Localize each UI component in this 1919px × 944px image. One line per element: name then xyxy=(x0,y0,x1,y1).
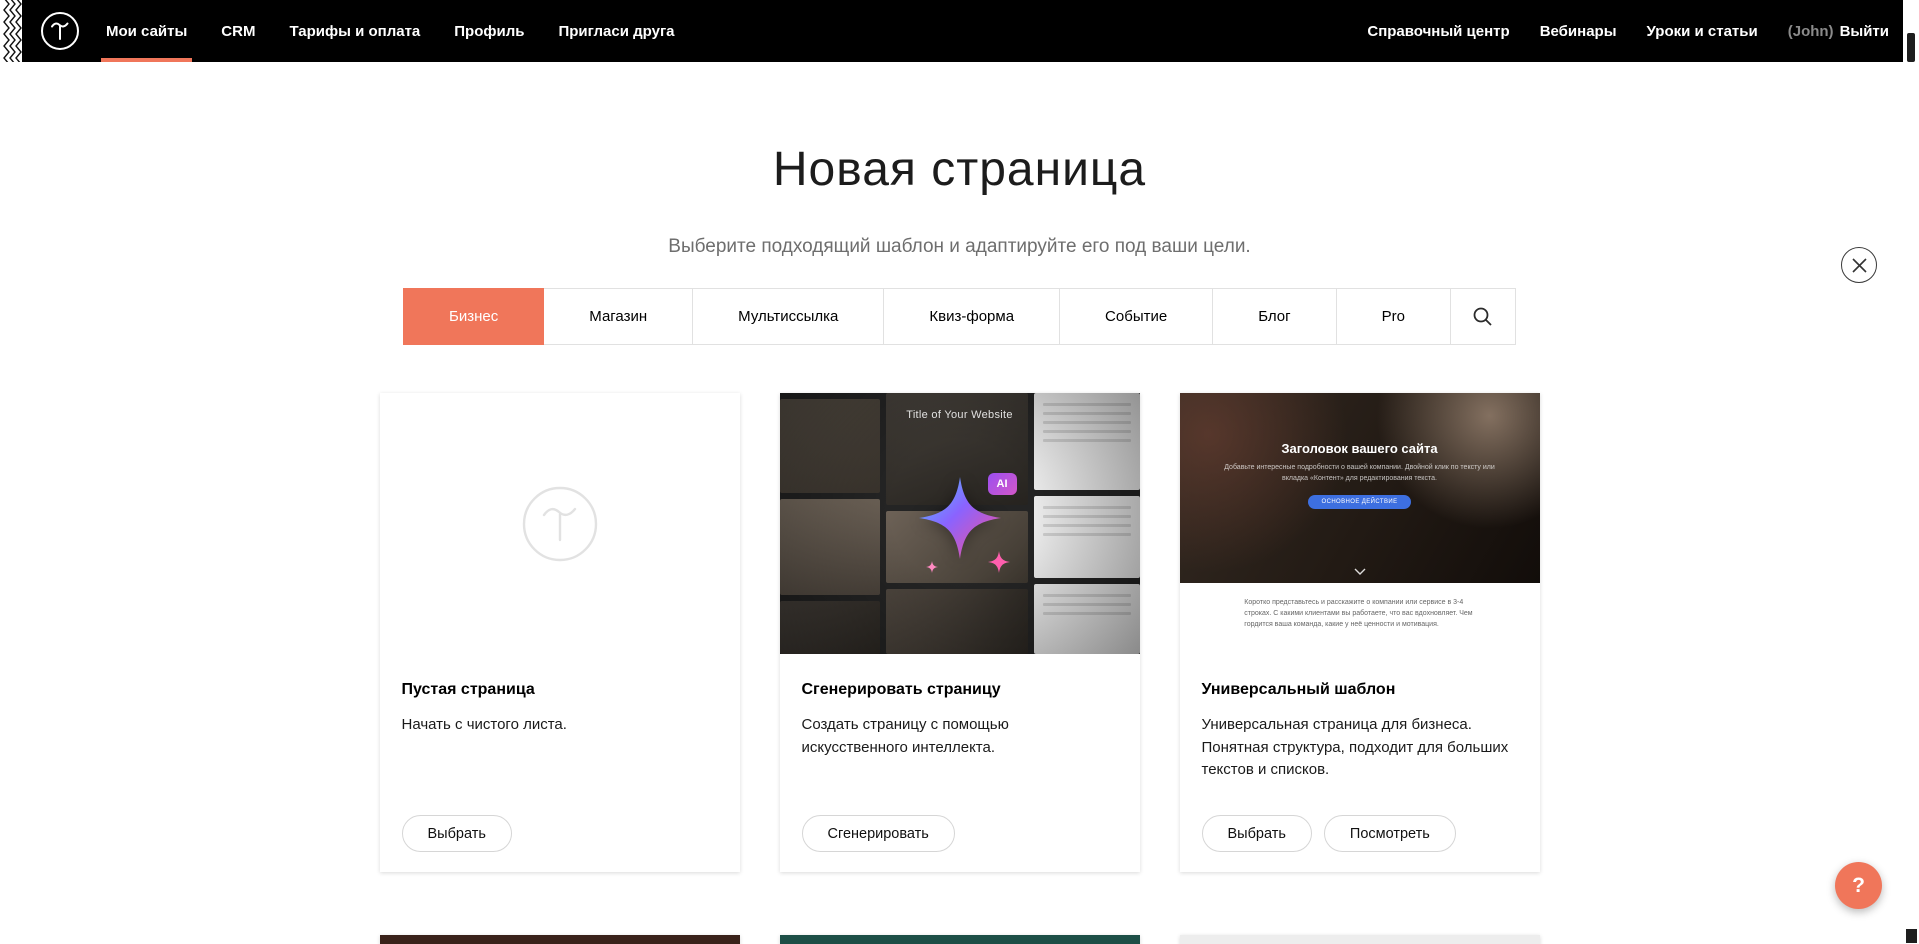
nav-help-center[interactable]: Справочный центр xyxy=(1367,0,1509,62)
chevron-down-icon xyxy=(1354,568,1366,575)
search-tab[interactable] xyxy=(1450,288,1516,345)
select-blank-button[interactable]: Выбрать xyxy=(402,815,512,852)
tab-blog[interactable]: Блог xyxy=(1212,288,1336,345)
card-actions: Выбрать Посмотреть xyxy=(1202,815,1518,852)
card-title: Сгенерировать страницу xyxy=(802,681,1118,699)
universal-thumbnail: Заголовок вашего сайта Добавьте интересн… xyxy=(1180,393,1540,654)
template-card[interactable] xyxy=(780,935,1140,944)
template-card[interactable] xyxy=(1180,935,1540,944)
close-icon xyxy=(1852,258,1867,273)
card-description: Создать страницу с помощью искусственног… xyxy=(802,714,1118,759)
scrollbar-track[interactable] xyxy=(1903,0,1919,944)
preview-universal-button[interactable]: Посмотреть xyxy=(1324,815,1456,852)
template-grid: Пустая страница Начать с чистого листа. … xyxy=(0,393,1919,944)
tiny-sparkle-icon xyxy=(926,561,938,573)
preview-cta-button: основное действие xyxy=(1308,495,1412,509)
template-thumbnail xyxy=(380,935,740,944)
template-card-universal[interactable]: Заголовок вашего сайта Добавьте интересн… xyxy=(1180,393,1540,872)
nav-lessons[interactable]: Уроки и статьи xyxy=(1647,0,1758,62)
ai-badge: AI xyxy=(988,473,1017,495)
ai-thumbnail: Title of Your Website xyxy=(780,393,1140,654)
tilda-watermark-icon xyxy=(520,484,600,564)
help-button[interactable]: ? xyxy=(1835,862,1882,909)
new-page-dialog: Новая страница Выберите подходящий шабло… xyxy=(0,146,1919,944)
card-body: Пустая страница Начать с чистого листа. … xyxy=(380,654,740,872)
logout-link[interactable]: Выйти xyxy=(1840,23,1889,40)
nav-profile[interactable]: Профиль xyxy=(454,0,524,62)
primary-nav: Мои сайты CRM Тарифы и оплата Профиль Пр… xyxy=(106,0,675,62)
collage-site-title: Title of Your Website xyxy=(780,409,1140,421)
card-description: Начать с чистого листа. xyxy=(402,714,718,737)
tab-quiz-form[interactable]: Квиз-форма xyxy=(883,288,1060,345)
card-title: Универсальный шаблон xyxy=(1202,681,1518,699)
tilda-logo-icon[interactable] xyxy=(40,11,80,51)
tab-pro[interactable]: Pro xyxy=(1336,288,1451,345)
nav-webinars[interactable]: Вебинары xyxy=(1540,0,1617,62)
tab-business[interactable]: Бизнес xyxy=(403,288,544,345)
user-name: (John) xyxy=(1788,23,1834,40)
search-icon xyxy=(1472,306,1493,327)
template-category-tabs: Бизнес Магазин Мультиссылка Квиз-форма С… xyxy=(0,288,1919,345)
brand-zigzag-pattern xyxy=(0,0,22,62)
preview-subtext: Добавьте интересные подробности о вашей … xyxy=(1219,463,1500,485)
small-sparkle-icon xyxy=(988,551,1010,573)
tab-store[interactable]: Магазин xyxy=(543,288,693,345)
template-card[interactable] xyxy=(380,935,740,944)
template-card-blank[interactable]: Пустая страница Начать с чистого листа. … xyxy=(380,393,740,872)
tab-event[interactable]: Событие xyxy=(1059,288,1213,345)
generate-button[interactable]: Сгенерировать xyxy=(802,815,955,852)
template-thumbnail xyxy=(1180,935,1540,944)
nav-crm[interactable]: CRM xyxy=(221,0,255,62)
card-body: Универсальный шаблон Универсальная стран… xyxy=(1180,654,1540,872)
page-title: Новая страница xyxy=(0,146,1919,194)
preview-heading: Заголовок вашего сайта xyxy=(1281,441,1437,456)
nav-invite-friend[interactable]: Пригласи друга xyxy=(558,0,674,62)
blank-thumbnail xyxy=(380,393,740,654)
app-window: Мои сайты CRM Тарифы и оплата Профиль Пр… xyxy=(0,0,1919,944)
close-button[interactable] xyxy=(1841,247,1877,283)
page-subtitle: Выберите подходящий шаблон и адаптируйте… xyxy=(0,234,1919,260)
select-universal-button[interactable]: Выбрать xyxy=(1202,815,1312,852)
secondary-nav: Справочный центр Вебинары Уроки и статьи… xyxy=(1367,0,1889,62)
card-description: Универсальная страница для бизнеса. Поня… xyxy=(1202,714,1518,782)
template-thumbnail xyxy=(780,935,1140,944)
card-actions: Выбрать xyxy=(402,815,718,852)
nav-pricing[interactable]: Тарифы и оплата xyxy=(289,0,420,62)
card-title: Пустая страница xyxy=(402,681,718,699)
nav-my-sites[interactable]: Мои сайты xyxy=(106,0,187,62)
preview-body: Коротко представьтесь и расскажите о ком… xyxy=(1180,583,1540,645)
tab-multilink[interactable]: Мультиссылка xyxy=(692,288,884,345)
template-card-generate[interactable]: Title of Your Website xyxy=(780,393,1140,872)
user-area: (John) Выйти xyxy=(1788,23,1889,40)
preview-body-text: Коротко представьтесь и расскажите о ком… xyxy=(1244,597,1474,631)
preview-hero: Заголовок вашего сайта Добавьте интересн… xyxy=(1180,393,1540,583)
top-bar: Мои сайты CRM Тарифы и оплата Профиль Пр… xyxy=(0,0,1919,62)
card-body: Сгенерировать страницу Создать страницу … xyxy=(780,654,1140,872)
scrollbar-down-button[interactable] xyxy=(1906,929,1917,943)
scrollbar-thumb[interactable] xyxy=(1907,33,1915,62)
card-actions: Сгенерировать xyxy=(802,815,1118,852)
